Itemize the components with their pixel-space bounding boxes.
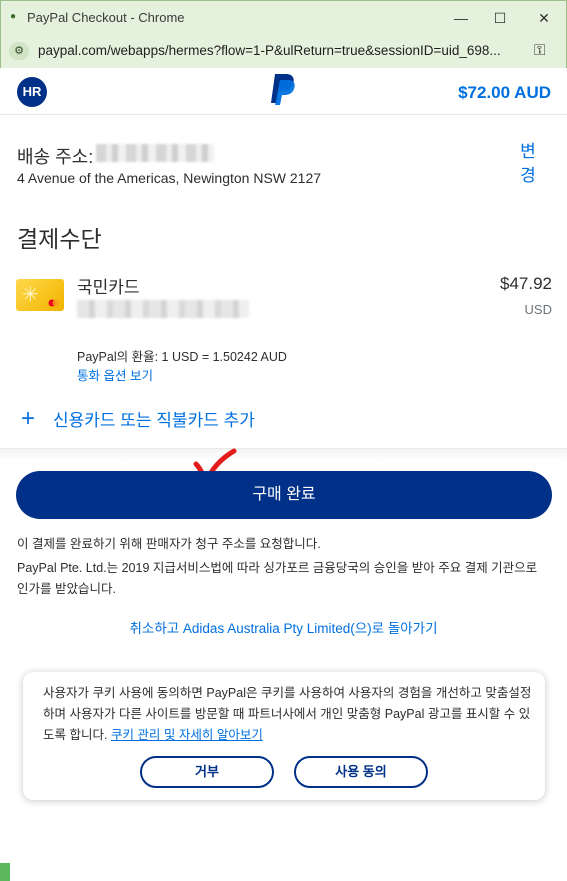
window-titlebar: ● PayPal Checkout - Chrome — ☐ ✕ <box>0 0 567 34</box>
checkout-page: HR $72.00 AUD 배송 주소: 4 Avenue of the Ame… <box>0 68 567 881</box>
maximize-icon[interactable]: ☐ <box>488 7 512 29</box>
cancel-return-link[interactable]: 취소하고 Adidas Australia Pty Limited(으)로 돌아… <box>0 617 567 637</box>
card-image: ✳ <box>16 279 64 311</box>
cookie-text-block: 사용자가 쿠키 사용에 동의하면 PayPal은 쿠키를 사용하여 사용자의 경… <box>43 683 533 746</box>
site-settings-icon[interactable]: ⚙ <box>9 42 29 60</box>
exchange-rate: PayPal의 환율: 1 USD = 1.50242 AUD <box>77 350 287 364</box>
minimize-icon[interactable]: — <box>449 7 473 29</box>
legal-text: PayPal Pte. Ltd.는 2019 지급서비스법에 따라 싱가포르 금… <box>17 561 538 596</box>
decline-cookies-button[interactable]: 거부 <box>140 756 274 788</box>
avatar[interactable]: HR <box>17 77 47 107</box>
shipping-address: 4 Avenue of the Americas, Newington NSW … <box>17 170 322 186</box>
redacted-card-number <box>77 300 249 318</box>
billing-address-notice: 이 결제를 완료하기 위해 판매자가 청구 주소를 요청합니다. <box>17 537 321 551</box>
currency-options-link[interactable]: 통화 옵션 보기 <box>77 365 153 384</box>
payment-method-title: 결제수단 <box>17 226 102 252</box>
change-shipping-link[interactable]: 변경 <box>518 140 538 188</box>
redacted-recipient-name <box>96 144 214 162</box>
section-divider <box>0 448 567 460</box>
key-icon[interactable]: ⚿ <box>534 42 545 59</box>
add-card-label: 신용카드 또는 직불카드 추가 <box>53 411 255 430</box>
window-title: PayPal Checkout - Chrome <box>27 10 185 25</box>
feedback-tab[interactable] <box>0 863 10 881</box>
card-name[interactable]: 국민카드 <box>77 273 140 298</box>
mastercard-icon <box>48 299 60 307</box>
add-card-button[interactable]: + 신용카드 또는 직불카드 추가 <box>17 406 255 431</box>
url-field[interactable]: paypal.com/webapps/hermes?flow=1-P&ulRet… <box>38 43 526 58</box>
card-star-icon: ✳ <box>22 284 39 306</box>
checkout-header: HR $72.00 AUD <box>0 68 567 115</box>
shipping-label: 배송 주소: <box>17 147 94 167</box>
cookie-manage-link[interactable]: 쿠키 관리 및 자세히 알아보기 <box>111 728 263 742</box>
complete-purchase-button[interactable]: 구매 완료 <box>16 471 552 519</box>
close-icon[interactable]: ✕ <box>532 7 556 29</box>
order-total[interactable]: $72.00 AUD <box>458 83 551 103</box>
paypal-logo-icon <box>271 74 295 105</box>
payment-currency: USD <box>524 302 552 317</box>
address-bar: ⚙ paypal.com/webapps/hermes?flow=1-P&ulR… <box>0 34 567 68</box>
accept-cookies-button[interactable]: 사용 동의 <box>294 756 428 788</box>
cookie-banner: 사용자가 쿠키 사용에 동의하면 PayPal은 쿠키를 사용하여 사용자의 경… <box>23 672 545 800</box>
app-icon: ● <box>9 11 17 22</box>
payment-amount: $47.92 <box>500 274 552 293</box>
plus-icon: + <box>20 404 35 432</box>
